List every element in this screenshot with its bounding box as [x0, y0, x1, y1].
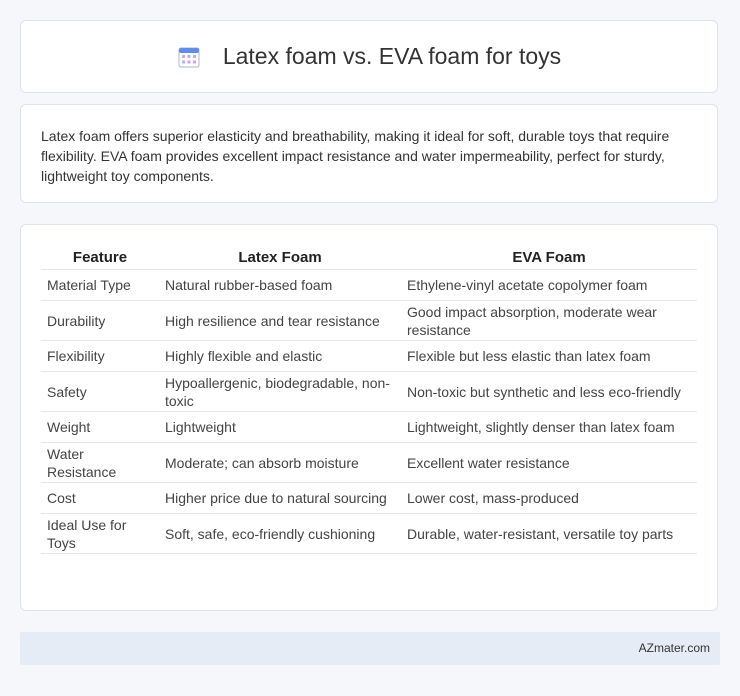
table-row: Weight Lightweight Lightweight, slightly… — [41, 412, 697, 443]
table-row: Durability High resilience and tear resi… — [41, 301, 697, 341]
table-row: Cost Higher price due to natural sourcin… — [41, 483, 697, 514]
feature-cell: Cost — [41, 483, 159, 514]
table-row: Flexibility Highly flexible and elastic … — [41, 341, 697, 372]
latex-cell: Soft, safe, eco-friendly cushioning — [159, 514, 401, 554]
eva-cell: Excellent water resistance — [401, 443, 697, 483]
latex-cell: Moderate; can absorb moisture — [159, 443, 401, 483]
header-latex-foam: Latex Foam — [159, 245, 401, 270]
feature-cell: Flexibility — [41, 341, 159, 372]
eva-cell: Ethylene-vinyl acetate copolymer foam — [401, 270, 697, 301]
latex-cell: Lightweight — [159, 412, 401, 443]
eva-cell: Flexible but less elastic than latex foa… — [401, 341, 697, 372]
eva-cell: Good impact absorption, moderate wear re… — [401, 301, 697, 341]
intro-card: Latex foam offers superior elasticity an… — [20, 104, 718, 203]
feature-cell: Material Type — [41, 270, 159, 301]
feature-cell: Weight — [41, 412, 159, 443]
table-row: Material Type Natural rubber-based foam … — [41, 270, 697, 301]
table-row: Water Resistance Moderate; can absorb mo… — [41, 443, 697, 483]
footer-site-name: AZmater.com — [638, 641, 710, 655]
header-feature: Feature — [41, 245, 159, 270]
eva-cell: Non-toxic but synthetic and less eco-fri… — [401, 372, 697, 412]
feature-cell: Durability — [41, 301, 159, 341]
feature-cell: Ideal Use for Toys — [41, 514, 159, 554]
table-row: Ideal Use for Toys Soft, safe, eco-frien… — [41, 514, 697, 554]
comparison-table: Feature Latex Foam EVA Foam Material Typ… — [41, 245, 697, 554]
feature-cell: Water Resistance — [41, 443, 159, 483]
latex-cell: High resilience and tear resistance — [159, 301, 401, 341]
title-card: Latex foam vs. EVA foam for toys — [20, 20, 718, 93]
latex-cell: Hypoallergenic, biodegradable, non-toxic — [159, 372, 401, 412]
latex-cell: Natural rubber-based foam — [159, 270, 401, 301]
latex-cell: Highly flexible and elastic — [159, 341, 401, 372]
header-eva-foam: EVA Foam — [401, 245, 697, 270]
calendar-icon — [178, 46, 200, 68]
table-header-row: Feature Latex Foam EVA Foam — [41, 245, 697, 270]
eva-cell: Durable, water-resistant, versatile toy … — [401, 514, 697, 554]
comparison-card: Feature Latex Foam EVA Foam Material Typ… — [20, 224, 718, 611]
table-row: Safety Hypoallergenic, biodegradable, no… — [41, 372, 697, 412]
feature-cell: Safety — [41, 372, 159, 412]
footer-bar: AZmater.com — [20, 632, 720, 665]
latex-cell: Higher price due to natural sourcing — [159, 483, 401, 514]
eva-cell: Lower cost, mass-produced — [401, 483, 697, 514]
page-title: Latex foam vs. EVA foam for toys — [222, 43, 562, 69]
eva-cell: Lightweight, slightly denser than latex … — [401, 412, 697, 443]
intro-paragraph: Latex foam offers superior elasticity an… — [41, 128, 670, 184]
